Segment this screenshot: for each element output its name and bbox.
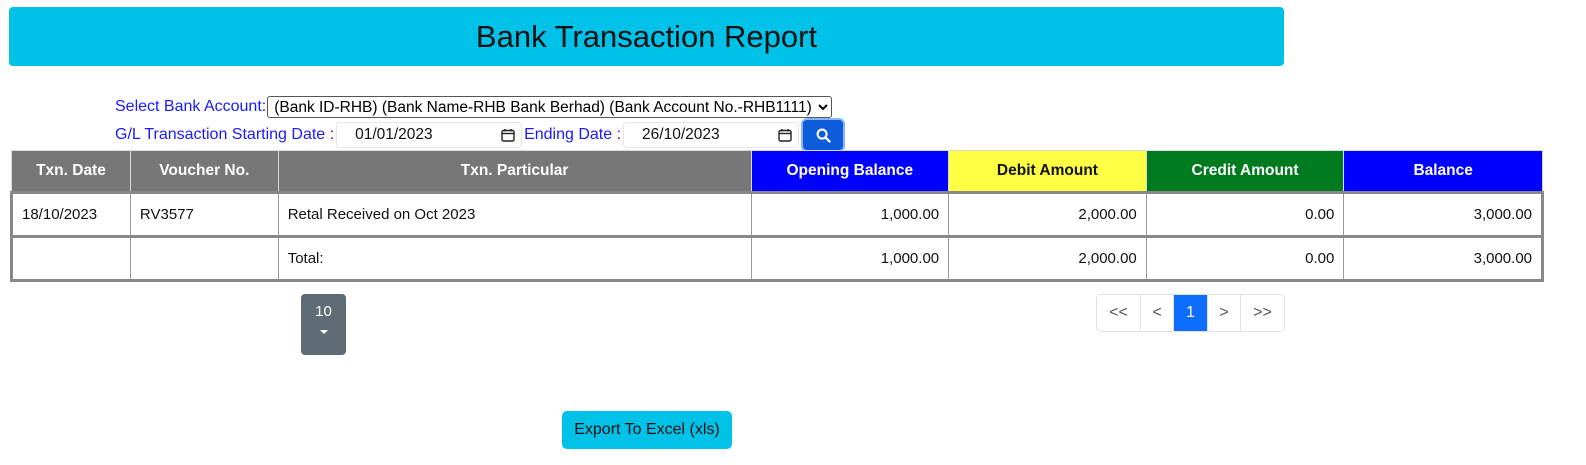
calendar-icon[interactable] bbox=[778, 128, 792, 142]
export-excel-button[interactable]: Export To Excel (xls) bbox=[562, 411, 732, 449]
end-date-value: 26/10/2023 bbox=[642, 126, 720, 143]
col-header-txn-date[interactable]: Txn. Date bbox=[11, 150, 131, 193]
col-header-balance[interactable]: Balance bbox=[1343, 150, 1543, 193]
total-debit-amount: 2,000.00 bbox=[948, 235, 1147, 282]
cell-txn-particular: Retal Received on Oct 2023 bbox=[277, 191, 752, 237]
caret-down-icon bbox=[319, 330, 328, 334]
start-date-input[interactable]: 01/01/2023 bbox=[336, 122, 523, 148]
pagination: << < 1 > >> bbox=[1096, 294, 1285, 332]
cell-balance: 3,000.00 bbox=[1343, 191, 1543, 237]
export-excel-label: Export To Excel (xls) bbox=[574, 421, 720, 438]
col-header-voucher-no[interactable]: Voucher No. bbox=[129, 150, 279, 193]
start-date-label: G/L Transaction Starting Date : bbox=[115, 126, 335, 143]
start-date-value: 01/01/2023 bbox=[355, 126, 433, 143]
table-header-row: Txn. Date Voucher No. Txn. Particular Op… bbox=[11, 150, 1543, 193]
first-page-button[interactable]: << bbox=[1097, 295, 1141, 331]
page-size-dropdown[interactable]: 10 bbox=[301, 294, 346, 355]
col-header-credit-amount[interactable]: Credit Amount bbox=[1145, 150, 1345, 193]
page-1-button[interactable]: 1 bbox=[1174, 295, 1208, 331]
end-date-label: Ending Date : bbox=[524, 126, 622, 143]
cell-debit-amount: 2,000.00 bbox=[948, 191, 1147, 237]
prev-page-button[interactable]: < bbox=[1141, 295, 1174, 331]
page-title: Bank Transaction Report bbox=[9, 7, 1284, 66]
end-date-input[interactable]: 26/10/2023 bbox=[623, 122, 800, 148]
total-row: Total: 1,000.00 2,000.00 0.00 3,000.00 bbox=[11, 235, 1543, 282]
total-credit-amount: 0.00 bbox=[1145, 235, 1345, 282]
col-header-debit-amount[interactable]: Debit Amount bbox=[948, 150, 1147, 193]
last-page-button[interactable]: >> bbox=[1241, 295, 1284, 331]
cell-opening-balance: 1,000.00 bbox=[750, 191, 950, 237]
transaction-table: Txn. Date Voucher No. Txn. Particular Op… bbox=[10, 150, 1544, 282]
calendar-icon[interactable] bbox=[501, 128, 515, 142]
search-button[interactable] bbox=[803, 120, 844, 150]
search-icon bbox=[816, 128, 831, 143]
cell-voucher-no: RV3577 bbox=[129, 191, 279, 237]
col-header-txn-particular[interactable]: Txn. Particular bbox=[277, 150, 752, 193]
total-balance: 3,000.00 bbox=[1343, 235, 1543, 282]
table-row: 18/10/2023 RV3577 Retal Received on Oct … bbox=[11, 191, 1543, 237]
total-label: Total: bbox=[277, 235, 752, 282]
bank-account-label: Select Bank Account: bbox=[115, 98, 267, 115]
total-opening-balance: 1,000.00 bbox=[750, 235, 950, 282]
bank-account-filter: Select Bank Account: (Bank ID-RHB) (Bank… bbox=[115, 96, 833, 118]
page-title-text: Bank Transaction Report bbox=[475, 18, 818, 54]
bank-account-select[interactable]: (Bank ID-RHB) (Bank Name-RHB Bank Berhad… bbox=[267, 96, 833, 118]
total-cell-empty bbox=[11, 235, 131, 282]
next-page-button[interactable]: > bbox=[1208, 295, 1241, 331]
col-header-opening-balance[interactable]: Opening Balance bbox=[750, 150, 950, 193]
page-size-value: 10 bbox=[315, 303, 332, 320]
total-cell-empty bbox=[129, 235, 279, 282]
cell-credit-amount: 0.00 bbox=[1145, 191, 1345, 237]
cell-txn-date: 18/10/2023 bbox=[11, 191, 131, 237]
date-range-filter: G/L Transaction Starting Date : 01/01/20… bbox=[115, 120, 844, 150]
